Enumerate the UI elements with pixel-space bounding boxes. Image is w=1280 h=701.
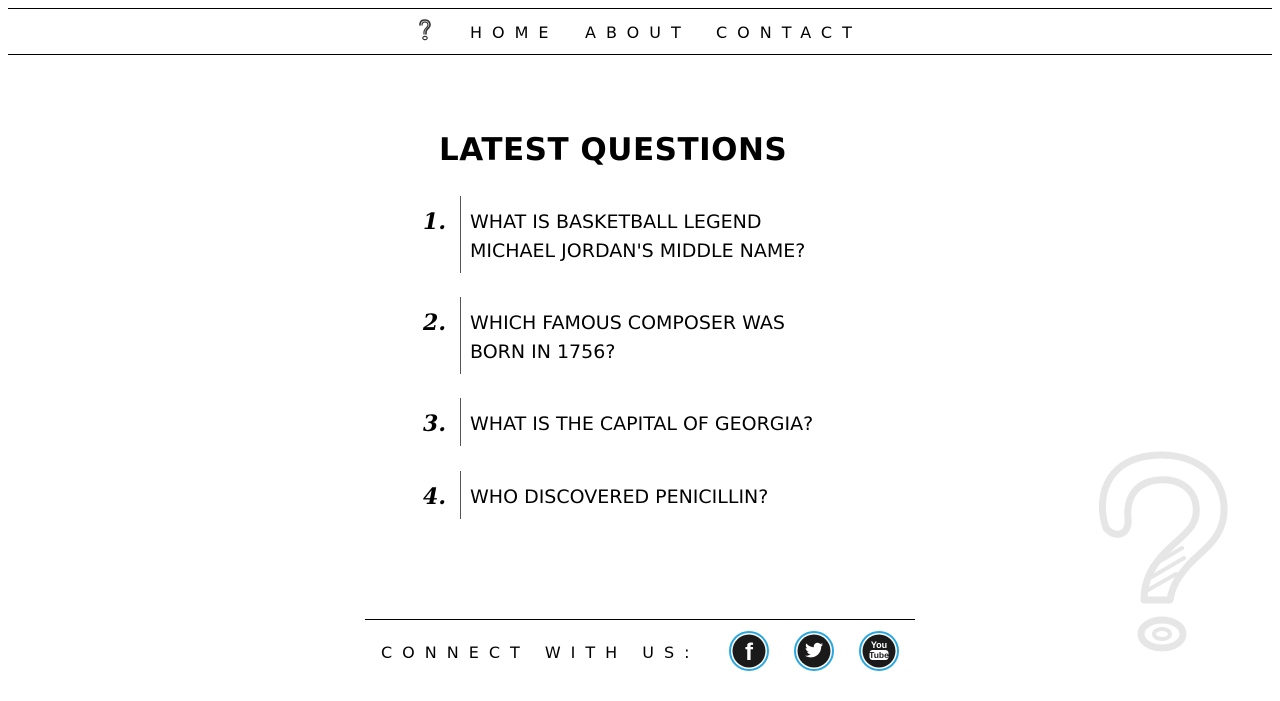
question-link[interactable]: WHO DISCOVERED PENICILLIN? — [470, 483, 870, 512]
nav-link-about[interactable]: ABOUT — [585, 23, 691, 43]
question-text-line: WHAT IS BASKETBALL LEGEND — [470, 211, 762, 233]
question-number: 2. — [423, 310, 446, 336]
twitter-icon[interactable] — [794, 631, 834, 671]
question-divider — [460, 471, 461, 519]
question-divider — [460, 196, 461, 273]
question-number: 4. — [423, 484, 446, 510]
nav-link-home[interactable]: HOME — [470, 23, 559, 43]
youtube-glyph-top: You — [871, 640, 887, 650]
question-divider — [460, 398, 461, 446]
top-navigation-bar: HOME ABOUT CONTACT — [8, 8, 1272, 55]
question-mark-icon[interactable] — [417, 19, 433, 41]
youtube-glyph-bottom: Tube — [869, 650, 889, 660]
question-link[interactable]: WHAT IS BASKETBALL LEGEND MICHAEL JORDAN… — [470, 208, 870, 266]
question-text-line: MICHAEL JORDAN'S MIDDLE NAME? — [470, 240, 806, 262]
question-text-line: BORN IN 1756? — [470, 341, 616, 363]
question-divider — [460, 297, 461, 374]
question-number: 1. — [423, 209, 446, 235]
facebook-glyph: f — [745, 639, 754, 666]
footer-divider — [365, 619, 915, 620]
question-mark-watermark-icon — [1086, 448, 1232, 656]
nav-link-contact[interactable]: CONTACT — [716, 23, 862, 43]
youtube-icon[interactable]: You Tube — [859, 631, 899, 671]
question-text-line: WHAT IS THE CAPITAL OF GEORGIA? — [470, 413, 814, 435]
question-text-line: WHICH FAMOUS COMPOSER WAS — [470, 312, 785, 334]
page-title: LATEST QUESTIONS — [439, 132, 788, 168]
page: HOME ABOUT CONTACT LATEST QUESTIONS 1. W… — [0, 0, 1280, 701]
question-link[interactable]: WHAT IS THE CAPITAL OF GEORGIA? — [470, 410, 870, 439]
question-text-line: WHO DISCOVERED PENICILLIN? — [470, 486, 769, 508]
question-number: 3. — [423, 411, 446, 437]
question-link[interactable]: WHICH FAMOUS COMPOSER WAS BORN IN 1756? — [470, 309, 870, 367]
connect-label: CONNECT WITH US: — [381, 643, 700, 662]
facebook-icon[interactable]: f — [729, 631, 769, 671]
